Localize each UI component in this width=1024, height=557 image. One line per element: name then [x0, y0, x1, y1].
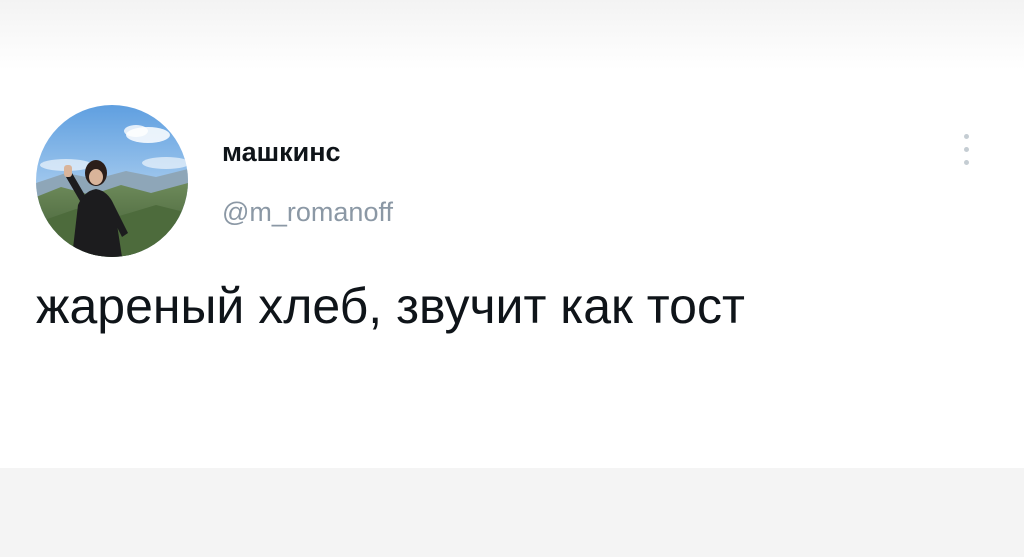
bottom-divider-band: [0, 468, 1024, 557]
more-dot: [964, 134, 969, 139]
avatar-photo: [36, 105, 188, 257]
tweet-card[interactable]: машкинс @m_romanoff жареный хлеб, звучит…: [0, 70, 1024, 468]
top-divider-band: [0, 0, 1024, 70]
author-display-name[interactable]: машкинс: [222, 136, 341, 168]
author-handle[interactable]: @m_romanoff: [222, 196, 393, 228]
more-dot: [964, 147, 969, 152]
avatar[interactable]: [36, 105, 188, 257]
tweet-text: жареный хлеб, звучит как тост: [36, 278, 745, 334]
more-dot: [964, 160, 969, 165]
more-vertical-icon[interactable]: [954, 128, 978, 172]
